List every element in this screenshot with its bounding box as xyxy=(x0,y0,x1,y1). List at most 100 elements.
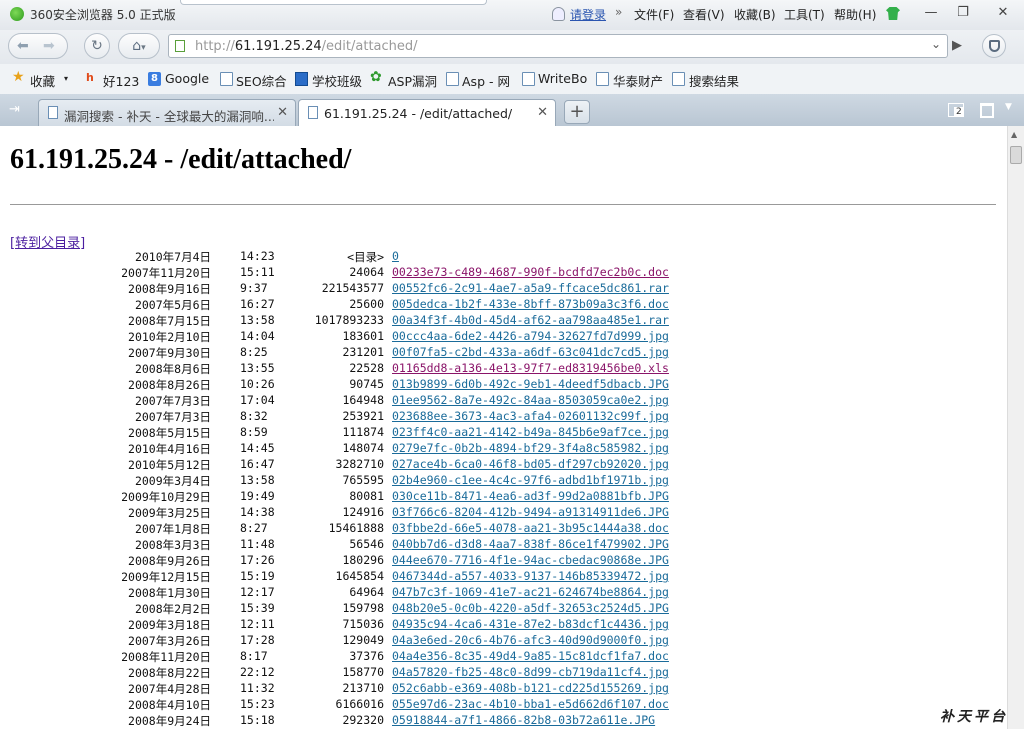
login-link[interactable]: 请登录 xyxy=(570,6,606,23)
menu-tools[interactable]: 工具(T) xyxy=(784,6,825,23)
entry-link[interactable]: 027ace4b-6ca0-46f8-bd05-df297cb92020.jpg xyxy=(392,457,669,471)
entry-link[interactable]: 0 xyxy=(392,249,399,263)
go-play-icon[interactable]: ▶ xyxy=(952,38,962,53)
favorite-link-school[interactable]: 学校班级 xyxy=(312,71,362,90)
entry-link[interactable]: 00a34f3f-4b0d-45d4-af62-aa798aa485e1.rar xyxy=(392,313,669,327)
favorite-link-seo[interactable]: SEO综合 xyxy=(236,71,287,90)
entry-link[interactable]: 00ccc4aa-6de2-4426-a794-32627fd7d999.jpg xyxy=(392,329,669,343)
entry-size: 715036 xyxy=(342,617,384,631)
page-icon xyxy=(175,40,185,52)
entry-link[interactable]: 0467344d-a557-4033-9137-146b85339472.jpg xyxy=(392,569,669,583)
entry-link[interactable]: 05918844-a7f1-4866-82b8-03b72a611e.JPG xyxy=(392,713,655,727)
chevron-down-icon[interactable]: ⌄ xyxy=(931,37,941,51)
close-icon[interactable]: ✕ xyxy=(537,105,548,120)
new-tab-button[interactable]: + xyxy=(564,100,590,124)
entry-link[interactable]: 005dedca-1b2f-433e-8bff-873b09a3c3f6.doc xyxy=(392,297,669,311)
entry-size: 24064 xyxy=(349,265,384,279)
back-arrow-icon[interactable]: ⬅ xyxy=(17,34,29,58)
entry-link[interactable]: 055e97d6-23ac-4b10-bba1-e5d662d6f107.doc xyxy=(392,697,669,711)
entry-link[interactable]: 03fbbe2d-66e5-4078-aa21-3b95c1444a38.doc xyxy=(392,521,669,535)
entry-link[interactable]: 03f766c6-8204-412b-9494-a91314911de6.JPG xyxy=(392,505,669,519)
entry-link[interactable]: 04a3e6ed-20c6-4b76-afc3-40d90d9000f0.jpg xyxy=(392,633,669,647)
menu-help[interactable]: 帮助(H) xyxy=(834,6,876,23)
close-window-button[interactable]: ✕ xyxy=(988,2,1018,24)
favorite-link-google[interactable]: Google xyxy=(165,71,209,86)
entry-date: 2009年12月15日 xyxy=(121,570,211,584)
entry-link[interactable]: 02b4e960-c1ee-4c4c-97f6-adbd1bf1971b.jpg xyxy=(392,473,669,487)
entry-date: 2007年11月20日 xyxy=(121,266,211,280)
entry-size: 213710 xyxy=(342,681,384,695)
entry-link[interactable]: 00552fc6-2c91-4ae7-a5a9-ffcace5dc861.rar xyxy=(392,281,669,295)
menu-favorites[interactable]: 收藏(B) xyxy=(734,6,776,23)
favorite-link-huatai[interactable]: 华泰财产 xyxy=(613,71,663,90)
menu-file[interactable]: 文件(F) xyxy=(634,6,674,23)
entry-size: 15461888 xyxy=(328,521,384,535)
entry-link[interactable]: 00233e73-c489-4687-990f-bcdfd7ec2b0c.doc xyxy=(392,265,669,279)
entry-link[interactable]: 047b7c3f-1069-41e7-ac21-624674be8864.jpg xyxy=(392,585,669,599)
entry-link[interactable]: 052c6abb-e369-408b-b121-cd225d155269.jpg xyxy=(392,681,669,695)
entry-date: 2008年2月2日 xyxy=(134,602,211,616)
entry-link[interactable]: 01165dd8-a136-4e13-97f7-ed8319456be0.xls xyxy=(392,361,669,375)
back-forward-group: ⬅ ➡ xyxy=(8,33,68,59)
entry-size: 164948 xyxy=(342,393,384,407)
vertical-scrollbar[interactable]: ▲ xyxy=(1007,126,1024,729)
entry-date: 2008年3月3日 xyxy=(134,538,211,552)
security-shield-button[interactable] xyxy=(982,34,1006,58)
refresh-button[interactable]: ↻ xyxy=(84,33,110,59)
entry-link[interactable]: 044ee670-7716-4f1e-94ac-cbedac90868e.JPG xyxy=(392,553,669,567)
favorite-link-search-results[interactable]: 搜索结果 xyxy=(689,71,739,90)
favorite-link-asp-vuln[interactable]: ASP漏洞 xyxy=(388,71,437,90)
entry-link[interactable]: 040bb7d6-d3d8-4aa7-838f-86ce1f479902.JPG xyxy=(392,537,669,551)
minimize-button[interactable]: — xyxy=(916,2,946,24)
favorite-link-asp-net[interactable]: Asp - 网 xyxy=(462,71,510,90)
entry-size: 3282710 xyxy=(335,457,384,471)
menu-view[interactable]: 查看(V) xyxy=(683,6,725,23)
entry-link[interactable]: 030ce11b-8471-4ea6-ad3f-99d2a0881bfb.JPG xyxy=(392,489,669,503)
entry-link[interactable]: 0279e7fc-0b2b-4894-bf29-3f4a8c585982.jpg xyxy=(392,441,669,455)
chevron-down-icon[interactable]: ▼ xyxy=(1005,102,1012,112)
home-dropdown-icon[interactable]: ▾ xyxy=(141,43,146,53)
shield-icon xyxy=(989,40,1000,52)
entry-size: 22528 xyxy=(349,361,384,375)
url-text[interactable]: http://61.191.25.24/edit/attached/ xyxy=(195,39,418,54)
title-bar: 360安全浏览器 5.0 正式版 请登录 » 文件(F) 查看(V) 收藏(B)… xyxy=(0,0,1024,30)
skin-shirt-icon[interactable] xyxy=(886,7,900,20)
entry-date: 2010年5月12日 xyxy=(128,458,211,472)
entry-link[interactable]: 00f07fa5-c2bd-433a-a6df-63c041dc7cd5.jpg xyxy=(392,345,669,359)
entry-link[interactable]: 048b20e5-0c0b-4220-a5df-32653c2524d5.JPG xyxy=(392,601,669,615)
user-icon[interactable] xyxy=(552,7,565,21)
page-icon xyxy=(672,72,685,86)
entry-date: 2010年7月4日 xyxy=(134,250,211,264)
entry-size: 64964 xyxy=(349,585,384,599)
forward-arrow-icon[interactable]: ➡ xyxy=(43,34,55,58)
maximize-button[interactable]: ❐ xyxy=(948,2,978,24)
sidebar-toggle-icon[interactable]: ⇥ xyxy=(9,102,20,117)
favorites-bar: ★ 收藏 ▾ h 好123 8 Google SEO综合 学校班级 ✿ ASP漏… xyxy=(0,64,1024,95)
entry-link[interactable]: 04a4e356-8c35-49d4-9a85-15c81dcf1fa7.doc xyxy=(392,649,669,663)
scroll-thumb[interactable] xyxy=(1010,146,1022,164)
favorites-dropdown-icon[interactable]: ▾ xyxy=(64,74,68,83)
menu-chevron-icon[interactable]: » xyxy=(615,5,622,19)
scroll-up-icon[interactable]: ▲ xyxy=(1011,130,1017,139)
entry-link[interactable]: 013b9899-6d0b-492c-9eb1-4deedf5dbacb.JPG xyxy=(392,377,669,391)
entry-date: 2010年4月16日 xyxy=(128,442,211,456)
entry-size: 148074 xyxy=(342,441,384,455)
favorite-link-writebo[interactable]: WriteBo xyxy=(538,71,587,86)
entry-link[interactable]: 04935c94-4ca6-431e-87e2-b83dcf1c4436.jpg xyxy=(392,617,669,631)
tab-label: 漏洞搜索 - 补天 - 全球最大的漏洞响... xyxy=(64,109,274,124)
home-button[interactable]: ⌂▾ xyxy=(118,33,160,59)
tab-current-directory[interactable]: 61.191.25.24 - /edit/attached/ ✕ xyxy=(298,99,556,126)
entry-size: 90745 xyxy=(349,377,384,391)
entry-link[interactable]: 04a57820-fb25-48c0-8d99-cb719da11cf4.jpg xyxy=(392,665,669,679)
trash-icon[interactable] xyxy=(980,103,994,118)
entry-link[interactable]: 023ff4c0-aa21-4142-b49a-845b6e9af7ce.jpg xyxy=(392,425,669,439)
close-icon[interactable]: ✕ xyxy=(277,105,288,120)
tab-label: 61.191.25.24 - /edit/attached/ xyxy=(324,106,513,121)
tab-vuln-search[interactable]: 漏洞搜索 - 补天 - 全球最大的漏洞响... ✕ xyxy=(38,99,296,126)
address-input[interactable]: http://61.191.25.24/edit/attached/ ⌄ xyxy=(168,34,948,58)
entry-link[interactable]: 023688ee-3673-4ac3-afa4-02601132c99f.jpg xyxy=(392,409,669,423)
favorite-link-hao123[interactable]: 好123 xyxy=(103,71,139,90)
refresh-icon: ↻ xyxy=(91,38,103,54)
favorites-menu[interactable]: 收藏 xyxy=(30,71,55,90)
entry-link[interactable]: 01ee9562-8a7e-492c-84aa-8503059ca0e2.jpg xyxy=(392,393,669,407)
